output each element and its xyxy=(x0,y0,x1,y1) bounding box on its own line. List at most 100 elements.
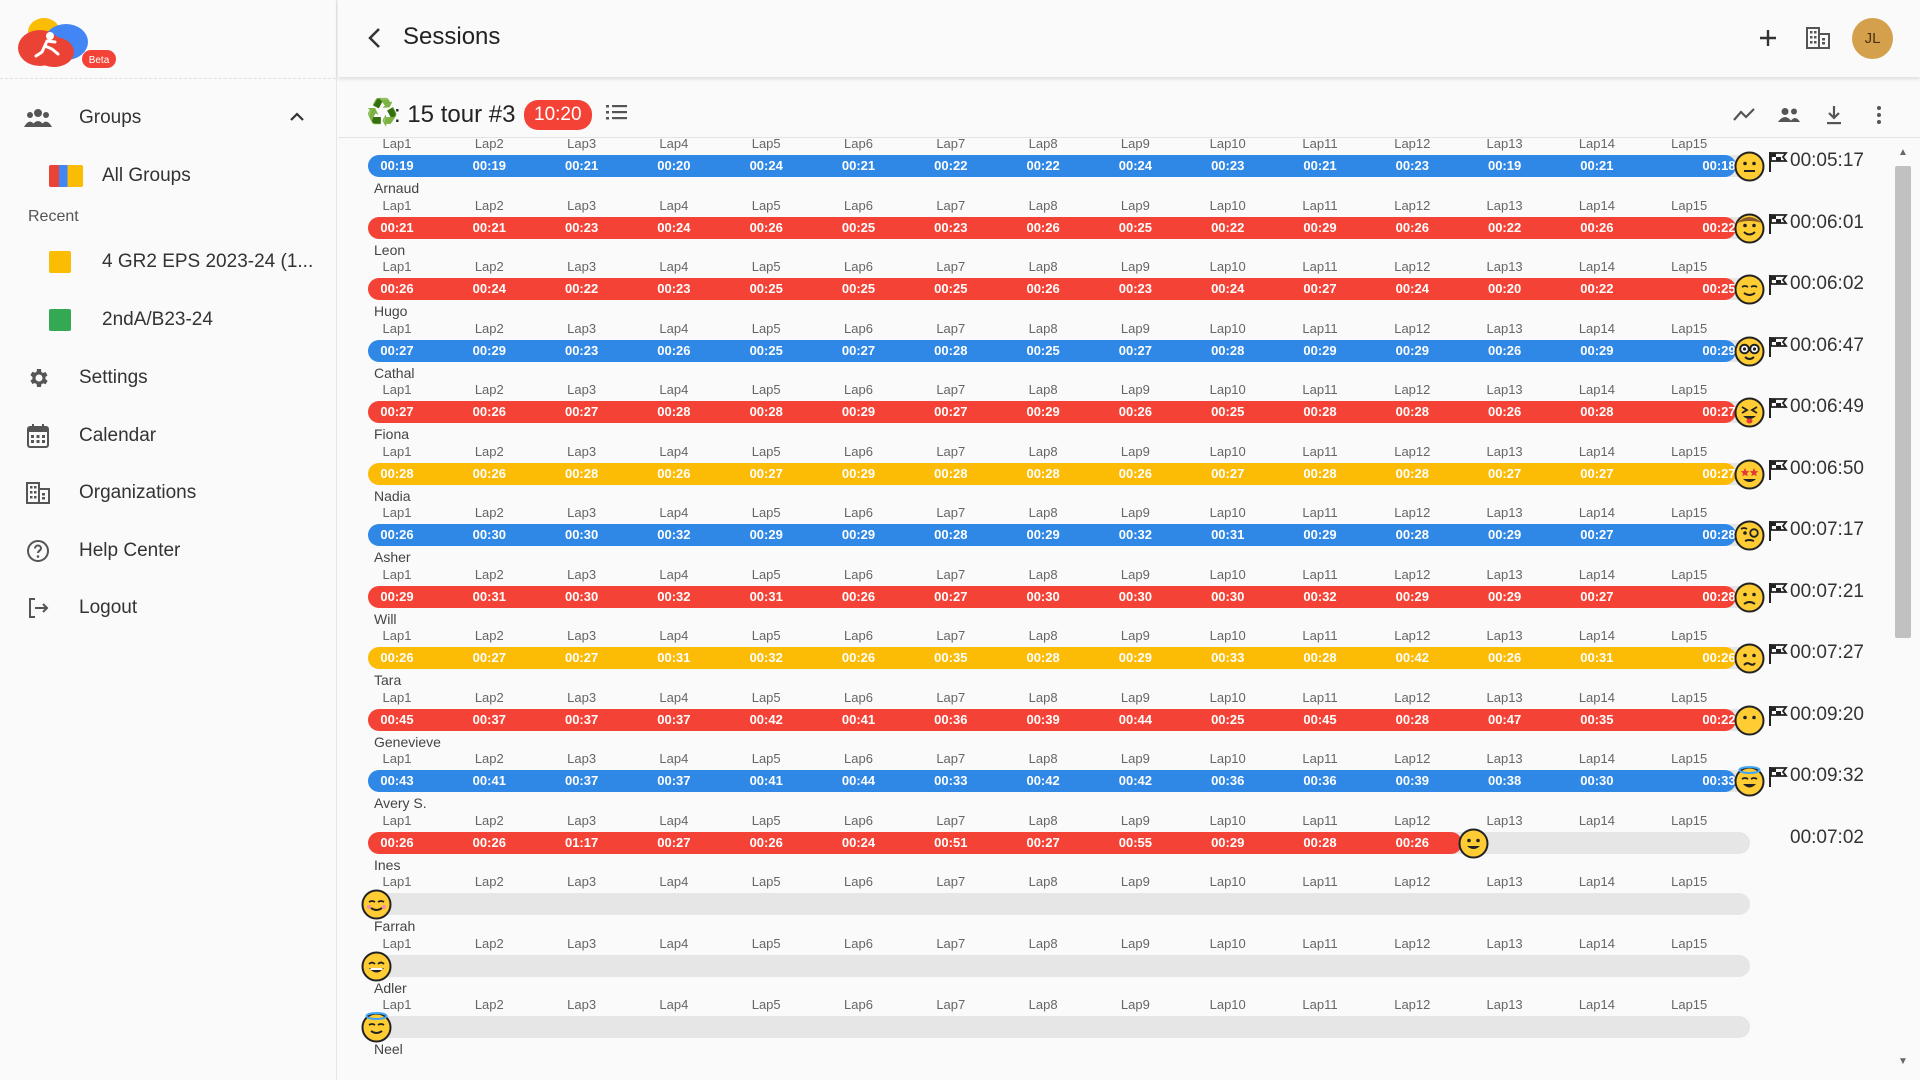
scroll-down-arrow-icon[interactable]: ▼ xyxy=(1898,1056,1908,1067)
lap-label: Lap14 xyxy=(1578,382,1615,397)
lap-label: Lap2 xyxy=(474,505,504,520)
squint-tongue-emoji-icon xyxy=(1734,397,1765,428)
no-mouth-emoji-icon xyxy=(1734,705,1765,736)
lap-time: 00:32 xyxy=(657,588,691,604)
lap-label: Lap11 xyxy=(1302,139,1338,151)
lap-time: 00:36 xyxy=(934,711,968,727)
sidebar-item-help-center[interactable]: Help Center xyxy=(0,525,337,577)
lap-time: 00:28 xyxy=(1303,834,1337,850)
lap-label: Lap11 xyxy=(1302,874,1338,889)
lap-label: Lap1 xyxy=(382,751,412,766)
lap-label: Lap4 xyxy=(659,566,689,582)
lap-label: Lap14 xyxy=(1578,874,1615,889)
lap-label: Lap1 xyxy=(382,566,412,582)
session-row[interactable]: Lap1 Lap2 Lap3 Lap4 Lap5 Lap6 Lap7 Lap8 Lap9 Lap1… xyxy=(338,435,1886,504)
groups-icon xyxy=(24,104,52,132)
lap-label: Lap15 xyxy=(1671,259,1708,274)
lap-label: Lap3 xyxy=(567,566,597,582)
scroll-thumb[interactable] xyxy=(1895,166,1911,638)
user-avatar[interactable]: JL xyxy=(1852,18,1893,59)
sidebar-item-recent-2[interactable]: 2ndA/B23-24 xyxy=(0,294,337,346)
chevron-up-icon[interactable] xyxy=(289,109,305,127)
session-row[interactable]: Lap1 Lap2 Lap3 Lap4 Lap5 Lap6 Lap7 Lap8 Lap9 Lap1… xyxy=(338,988,1886,1057)
lap-label: Lap14 xyxy=(1578,566,1615,582)
lap-label: Lap11 xyxy=(1302,320,1338,336)
session-row[interactable]: Lap1 Lap2 Lap3 Lap4 Lap5 Lap6 Lap7 Lap8 Lap9 Lap1… xyxy=(338,189,1886,258)
session-row[interactable]: Lap1 Lap2 Lap3 Lap4 Lap5 Lap6 Lap7 Lap8 Lap9 Lap1… xyxy=(338,865,1886,934)
lap-time: 00:24 xyxy=(749,158,783,173)
session-row[interactable]: Lap1 Lap2 Lap3 Lap4 Lap5 Lap6 Lap7 Lap8 Lap9 Lap1… xyxy=(338,927,1886,996)
lap-label: Lap12 xyxy=(1394,997,1431,1012)
lap-time: 00:27 xyxy=(1487,465,1522,481)
lap-label: Lap12 xyxy=(1394,689,1431,705)
lap-time: 00:23 xyxy=(564,219,599,235)
lap-label: Lap6 xyxy=(844,997,873,1012)
lap-label: Lap2 xyxy=(474,197,504,213)
add-icon[interactable] xyxy=(1750,20,1786,56)
sidebar-item-all-groups[interactable]: All Groups xyxy=(0,150,337,202)
lap-label: Lap8 xyxy=(1028,935,1058,951)
session-row[interactable]: Lap1 Lap2 Lap3 Lap4 Lap5 Lap6 Lap7 Lap8 Lap9 Lap1… xyxy=(338,742,1886,811)
lap-label: Lap14 xyxy=(1578,259,1615,274)
session-row[interactable]: Lap1 Lap2 Lap3 Lap4 Lap5 Lap6 Lap7 Lap8 Lap9 Lap1… xyxy=(338,496,1886,565)
sidebar-item-groups[interactable]: Groups xyxy=(0,92,337,144)
lap-time: 00:28 xyxy=(749,404,783,419)
session-row[interactable]: Lap1 Lap2 Lap3 Lap4 Lap5 Lap6 Lap7 Lap8 Lap9 Lap1… xyxy=(338,373,1886,442)
lap-label: Lap9 xyxy=(1120,689,1150,705)
sidebar-item-settings[interactable]: Settings xyxy=(0,352,337,404)
app-logo[interactable]: Beta xyxy=(14,12,124,72)
lap-time: 00:26 xyxy=(472,404,506,419)
back-arrow-icon[interactable] xyxy=(358,22,390,54)
lap-track xyxy=(368,1016,1750,1038)
sidebar-item-organizations[interactable]: Organizations xyxy=(0,467,337,519)
lap-label: Lap13 xyxy=(1486,628,1523,643)
lap-time: 00:31 xyxy=(1580,650,1614,665)
chart-trend-icon[interactable] xyxy=(1730,101,1758,129)
lap-time: 00:30 xyxy=(564,588,599,604)
lap-time: 00:35 xyxy=(934,650,968,665)
lap-time: 00:26 xyxy=(472,834,506,850)
sidebar-item-recent-1[interactable]: 4 GR2 EPS 2023-24 (1... xyxy=(0,236,337,288)
sidebar-item-calendar[interactable]: Calendar xyxy=(0,410,337,462)
lap-label: Lap3 xyxy=(567,505,597,520)
lap-time: 00:27 xyxy=(841,342,876,358)
session-row[interactable]: Lap1 Lap2 Lap3 Lap4 Lap5 Lap6 Lap7 Lap8 Lap9 Lap1… xyxy=(338,804,1886,873)
scroll-up-arrow-icon[interactable]: ▲ xyxy=(1898,147,1908,158)
lap-time: 00:30 xyxy=(1118,588,1153,604)
list-icon[interactable] xyxy=(606,102,628,127)
monocle-emoji-icon xyxy=(1734,520,1765,551)
lap-time: 00:37 xyxy=(657,711,691,727)
sidebar-item-logout[interactable]: Logout xyxy=(0,582,337,634)
lap-label: Lap7 xyxy=(936,935,966,951)
lap-time: 00:30 xyxy=(472,527,506,542)
session-row[interactable]: Lap1 Lap2 Lap3 Lap4 Lap5 Lap6 Lap7 Lap8 Lap9 Lap1… xyxy=(338,558,1886,627)
lap-time: 00:25 xyxy=(749,342,783,358)
lap-time: 00:21 xyxy=(380,219,414,235)
lap-time: 00:27 xyxy=(380,404,414,419)
participant-name[interactable]: Neel xyxy=(374,1041,403,1057)
session-row[interactable]: Lap1 Lap2 Lap3 Lap4 Lap5 Lap6 Lap7 Lap8 Lap9 Lap1… xyxy=(338,312,1886,381)
lap-label: Lap10 xyxy=(1209,874,1246,889)
finish-flag-icon xyxy=(1767,766,1789,793)
session-row[interactable]: Lap1 Lap2 Lap3 Lap4 Lap5 Lap6 Lap7 Lap8 Lap9 Lap1… xyxy=(338,681,1886,750)
lap-time: 00:30 xyxy=(564,527,599,542)
more-vert-icon[interactable] xyxy=(1865,101,1893,129)
total-time: 00:06:49 xyxy=(1790,396,1864,417)
download-icon[interactable] xyxy=(1820,101,1848,129)
session-row[interactable]: Lap1 Lap2 Lap3 Lap4 Lap5 Lap6 Lap7 Lap8 Lap9 Lap1… xyxy=(338,250,1886,319)
lap-label: Lap12 xyxy=(1394,812,1431,828)
organization-switch-icon[interactable] xyxy=(1800,20,1836,56)
lap-label: Lap6 xyxy=(844,382,873,397)
scrollbar[interactable]: ▲ ▼ xyxy=(1886,139,1920,1080)
participants-icon[interactable] xyxy=(1775,101,1803,129)
lap-label: Lap8 xyxy=(1028,320,1058,336)
lap-label: Lap6 xyxy=(844,935,873,951)
lap-label: Lap10 xyxy=(1209,443,1246,459)
lap-label: Lap6 xyxy=(844,197,873,213)
session-row[interactable]: Lap1 Lap2 Lap3 Lap4 Lap5 Lap6 Lap7 Lap8 Lap9 Lap1… xyxy=(338,619,1886,688)
lap-label: Lap3 xyxy=(567,382,597,397)
session-row[interactable]: Lap1 Lap2 Lap3 Lap4 Lap5 Lap6 Lap7 Lap8 Lap9 Lap1… xyxy=(338,139,1886,196)
lap-label: Lap6 xyxy=(844,566,873,582)
lap-label: Lap8 xyxy=(1028,689,1058,705)
lap-time: 00:33 xyxy=(1211,650,1245,665)
